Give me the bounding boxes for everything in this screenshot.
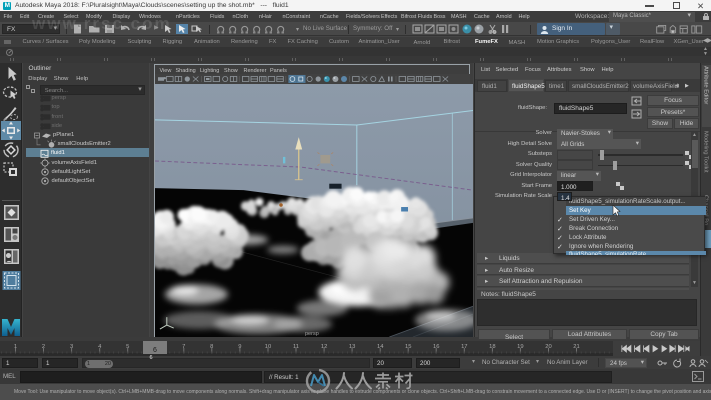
svg-text:3: 3 xyxy=(70,344,73,350)
svg-text:16: 16 xyxy=(433,344,439,350)
svg-text:8: 8 xyxy=(210,344,213,350)
svg-text:6: 6 xyxy=(153,347,157,354)
svg-text:12: 12 xyxy=(321,344,327,350)
svg-text:20: 20 xyxy=(545,344,551,350)
svg-text:2: 2 xyxy=(42,344,45,350)
svg-text:15: 15 xyxy=(405,344,411,350)
svg-text:18: 18 xyxy=(489,344,495,350)
svg-text:9: 9 xyxy=(238,344,241,350)
svg-text:13: 13 xyxy=(349,344,355,350)
svg-text:1: 1 xyxy=(14,344,17,350)
svg-text:17: 17 xyxy=(461,344,467,350)
svg-text:21: 21 xyxy=(573,344,579,350)
svg-text:10: 10 xyxy=(265,344,271,350)
svg-text:5: 5 xyxy=(126,344,129,350)
svg-text:7: 7 xyxy=(182,344,185,350)
svg-text:14: 14 xyxy=(377,344,384,350)
svg-text:19: 19 xyxy=(517,344,523,350)
svg-text:11: 11 xyxy=(293,344,299,350)
